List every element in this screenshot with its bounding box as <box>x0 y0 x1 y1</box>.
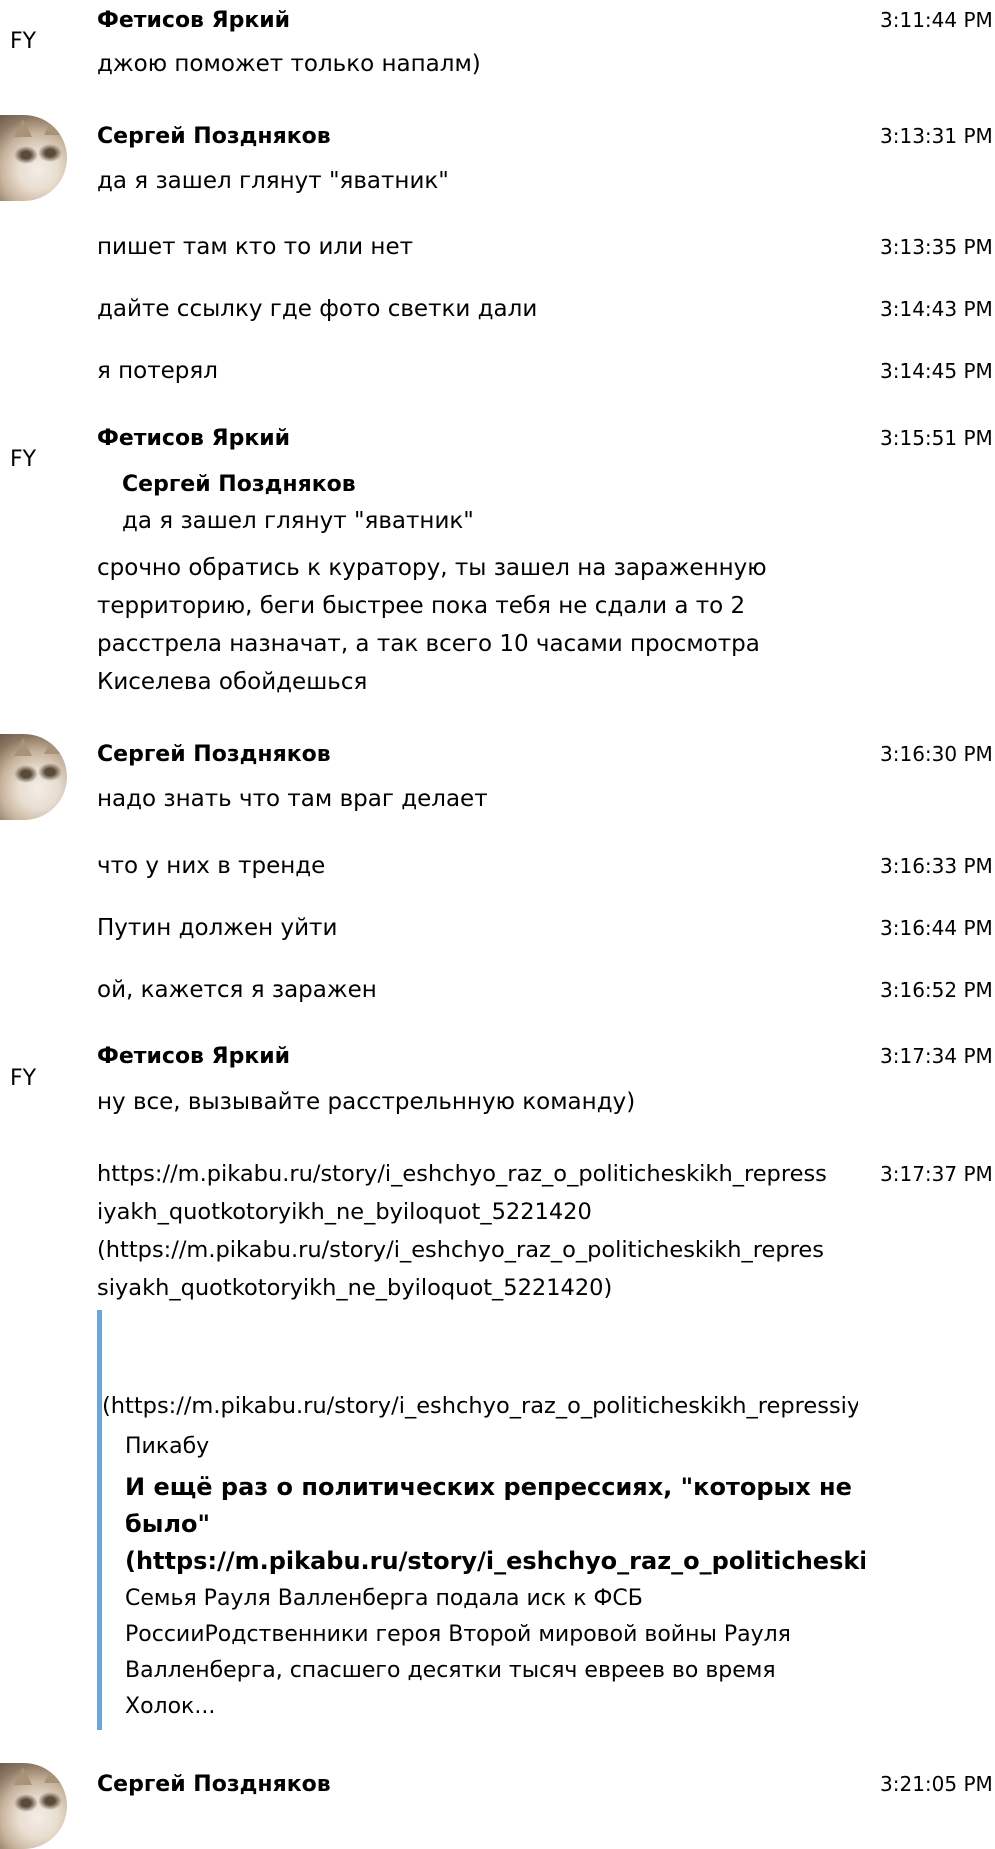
message-timestamp: 3:15:51 PM <box>880 426 993 450</box>
message-link[interactable]: https://m.pikabu.ru/story/i_eshchyo_raz_… <box>97 1155 867 1193</box>
message-timestamp: 3:17:34 PM <box>880 1044 993 1068</box>
message-link[interactable]: siyakh_quotkotoryikh_ne_byiloquot_522142… <box>97 1269 867 1307</box>
link-preview-clipped-url[interactable]: (https://m.pikabu.ru/story/i_eshchyo_raz… <box>102 1387 858 1425</box>
message-text: джою поможет только напалм) <box>97 51 481 77</box>
message-line: расстрела назначат, а так всего 10 часам… <box>97 631 760 657</box>
message-text: пишет там кто то или нет <box>97 234 413 260</box>
avatar-initials[interactable]: FY <box>10 28 50 56</box>
message-text: надо знать что там враг делает <box>97 786 488 812</box>
avatar-initials[interactable]: FY <box>10 1065 50 1093</box>
link-preview-description-line: Валленберга, спасшего десятки тысяч евре… <box>125 1658 776 1683</box>
message-line: срочно обратись к куратору, ты зашел на … <box>97 555 767 581</box>
sender-name[interactable]: Фетисов Яркий <box>97 1042 290 1072</box>
message-timestamp: 3:14:45 PM <box>880 359 993 383</box>
message-text: я потерял <box>97 358 218 384</box>
message-timestamp: 3:14:43 PM <box>880 297 993 321</box>
cat-photo-avatar-icon[interactable] <box>0 115 67 201</box>
message-text: ой, кажется я заражен <box>97 977 377 1003</box>
message-timestamp: 3:16:33 PM <box>880 854 993 878</box>
sender-name[interactable]: Сергей Поздняков <box>97 740 331 770</box>
message-timestamp: 3:11:44 PM <box>880 8 993 32</box>
message-text: Путин должен уйти <box>97 915 338 941</box>
link-preview-title-line[interactable]: И ещё раз о политических репрессиях, "ко… <box>125 1469 865 1506</box>
link-preview-description-line: Семья Рауля Валленберга подала иск к ФСБ <box>125 1586 643 1611</box>
link-preview-site: Пикабу <box>125 1434 210 1459</box>
message-timestamp: 3:16:44 PM <box>880 916 993 940</box>
message-text: дайте ссылку где фото светки дали <box>97 296 538 322</box>
avatar-initials[interactable]: FY <box>10 446 50 474</box>
message-timestamp: 3:17:37 PM <box>880 1162 993 1186</box>
sender-name[interactable]: Сергей Поздняков <box>97 122 331 152</box>
link-preview-accent-bar <box>97 1310 102 1730</box>
message-timestamp: 3:16:30 PM <box>880 742 993 766</box>
message-line: территорию, беги быстрее пока тебя не сд… <box>97 593 746 619</box>
message-text: ну все, вызывайте расстрельнную команду) <box>97 1089 636 1115</box>
message-line: Киселева обойдешься <box>97 669 368 695</box>
quote-text: да я зашел глянут "яватник" <box>122 508 474 534</box>
link-preview-title-url[interactable]: (https://m.pikabu.ru/story/i_eshchyo_raz… <box>125 1543 865 1580</box>
message-link[interactable]: iyakh_quotkotoryikh_ne_byiloquot_5221420 <box>97 1193 867 1231</box>
link-preview-title[interactable]: И ещё раз о политических репрессиях, "ко… <box>125 1469 865 1543</box>
message-link[interactable]: (https://m.pikabu.ru/story/i_eshchyo_raz… <box>97 1231 867 1269</box>
link-preview-description: Семья Рауля Валленберга подала иск к ФСБ… <box>125 1581 865 1725</box>
link-preview-title-line[interactable]: было" <box>125 1506 865 1543</box>
message-text: да я зашел глянут "яватник" <box>97 168 449 194</box>
quote-sender: Сергей Поздняков <box>122 472 356 497</box>
message-text: что у них в тренде <box>97 853 326 879</box>
message-timestamp: 3:13:31 PM <box>880 124 993 148</box>
message-timestamp: 3:16:52 PM <box>880 978 993 1002</box>
sender-name[interactable]: Сергей Поздняков <box>97 1770 331 1800</box>
link-preview-clipped-url-text[interactable]: (https://m.pikabu.ru/story/i_eshchyo_raz… <box>102 1387 858 1425</box>
cat-photo-avatar-icon[interactable] <box>0 734 67 820</box>
sender-name[interactable]: Фетисов Яркий <box>97 424 290 454</box>
message-timestamp: 3:21:05 PM <box>880 1772 993 1796</box>
sender-name[interactable]: Фетисов Яркий <box>97 6 290 36</box>
cat-photo-avatar-icon[interactable] <box>0 1763 67 1849</box>
message-timestamp: 3:13:35 PM <box>880 235 993 259</box>
link-preview-description-line: РоссииРодственники героя Второй мировой … <box>125 1622 791 1647</box>
link-preview-description-line: Холок... <box>125 1694 216 1719</box>
